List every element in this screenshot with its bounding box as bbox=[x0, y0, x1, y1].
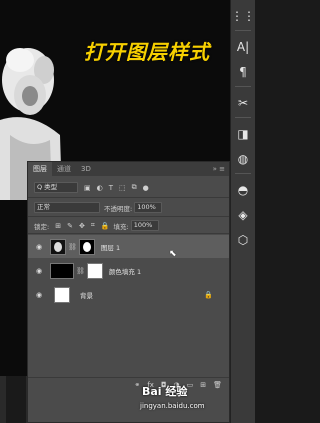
lock-artboard-icon[interactable]: ⌗ bbox=[91, 221, 95, 230]
link-layers-icon[interactable]: ⚭ bbox=[134, 381, 140, 389]
divider bbox=[28, 216, 229, 217]
toolbar-divider bbox=[235, 117, 251, 118]
libraries-icon[interactable]: ◨ bbox=[234, 125, 252, 143]
visibility-eye-icon[interactable]: ◉ bbox=[34, 291, 44, 299]
layer-mask-thumbnail[interactable] bbox=[78, 238, 95, 255]
layer-lock-icon: 🔒 bbox=[204, 290, 213, 299]
paragraph-icon[interactable]: ¶ bbox=[234, 63, 252, 81]
properties-icon[interactable]: ◍ bbox=[234, 150, 252, 168]
watermark-brand: Bai 经验 bbox=[142, 385, 188, 398]
toolbar-divider bbox=[235, 86, 251, 87]
lock-position-icon[interactable]: ✥ bbox=[79, 222, 85, 230]
blend-mode-select[interactable]: 正常 bbox=[34, 202, 100, 213]
tab-3d[interactable]: 3D bbox=[76, 162, 96, 176]
layer-thumbnail bbox=[54, 286, 70, 303]
opacity-input[interactable]: 100% bbox=[134, 202, 163, 213]
pixel-filter-icon[interactable]: ▣ bbox=[84, 184, 91, 192]
tab-channels[interactable]: 通道 bbox=[52, 162, 76, 176]
lock-row: 锁定: ⊞ ✎ ✥ ⌗ 🔒 填充: 100% bbox=[28, 220, 229, 231]
mouse-cursor-icon: ⬉ bbox=[169, 249, 177, 259]
panel-grip-icon[interactable]: ⋮⋮ bbox=[231, 7, 255, 25]
fill-color-thumbnail bbox=[50, 262, 74, 279]
mask-link-icon[interactable]: ⛓ bbox=[68, 243, 77, 251]
layer-row-layer1[interactable]: ◉ ⛓ 图层 1 bbox=[28, 235, 229, 258]
layer-row-background[interactable]: ◉ 背景 🔒 bbox=[28, 283, 229, 306]
shape-filter-icon[interactable]: ⬚ bbox=[119, 184, 126, 192]
adjustments-icon[interactable]: ◓ bbox=[234, 181, 252, 199]
divider bbox=[28, 233, 229, 234]
layer-thumbnail bbox=[50, 238, 66, 255]
mask-link-icon[interactable]: ⛓ bbox=[76, 267, 85, 275]
lock-all-icon[interactable]: 🔒 bbox=[101, 222, 110, 230]
type-filter-icon[interactable]: T bbox=[109, 184, 113, 192]
toolbar-divider bbox=[235, 30, 251, 31]
smart-object-filter-icon[interactable]: ⧉ bbox=[132, 183, 137, 192]
watermark-url: jingyan.baidu.com bbox=[140, 402, 205, 410]
layer-mask-thumbnail[interactable] bbox=[86, 262, 103, 279]
adjustment-filter-icon[interactable]: ◐ bbox=[97, 184, 103, 192]
filter-row: Q 类型 ▣ ◐ T ⬚ ⧉ ● bbox=[28, 182, 229, 193]
toolbar-divider bbox=[235, 173, 251, 174]
lock-image-icon[interactable]: ✎ bbox=[67, 222, 73, 230]
visibility-eye-icon[interactable]: ◉ bbox=[34, 243, 44, 251]
lock-transparent-icon[interactable]: ⊞ bbox=[55, 222, 61, 230]
fill-input[interactable]: 100% bbox=[130, 220, 159, 231]
headline-text: 打开图层样式 bbox=[84, 40, 210, 64]
visibility-eye-icon[interactable]: ◉ bbox=[34, 267, 44, 275]
character-icon[interactable]: A| bbox=[234, 38, 252, 56]
tab-layers[interactable]: 图层 bbox=[28, 162, 52, 176]
lock-label: 锁定: bbox=[34, 222, 50, 231]
panel-menu-icon[interactable]: » ≡ bbox=[213, 162, 225, 176]
bottom-strip bbox=[6, 376, 26, 423]
layer-name[interactable]: 颜色填充 1 bbox=[109, 266, 141, 276]
fill-label: 填充: bbox=[113, 222, 129, 231]
layers-icon[interactable]: ◈ bbox=[234, 206, 252, 224]
3d-icon[interactable]: ⬡ bbox=[234, 231, 252, 249]
filter-toggle-icon[interactable]: ● bbox=[143, 184, 149, 192]
layer-row-color-fill[interactable]: ◉ ⛓ 颜色填充 1 bbox=[28, 259, 229, 282]
divider bbox=[28, 197, 229, 198]
right-toolbar: ⋮⋮ A| ¶ ✂ ◨ ◍ ◓ ◈ ⬡ bbox=[230, 0, 255, 423]
tools-icon[interactable]: ✂ bbox=[234, 94, 252, 112]
filter-kind-select[interactable]: Q 类型 bbox=[34, 182, 78, 193]
layer-name[interactable]: 图层 1 bbox=[101, 242, 120, 252]
layer-name[interactable]: 背景 bbox=[80, 290, 93, 300]
opacity-label: 不透明度: bbox=[104, 204, 133, 213]
panel-tabs: 图层 通道 3D » ≡ bbox=[28, 162, 229, 176]
blend-row: 正常 不透明度: 100% bbox=[28, 202, 229, 213]
